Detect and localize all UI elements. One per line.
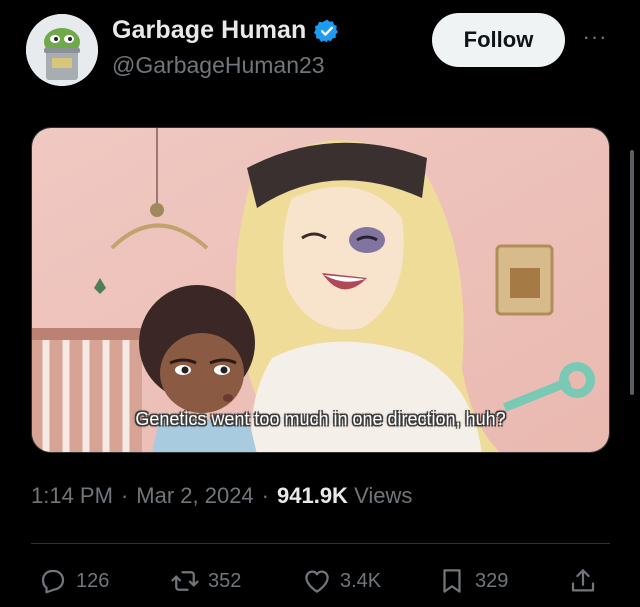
follow-button[interactable]: Follow <box>432 13 565 67</box>
user-avatar[interactable] <box>26 14 98 86</box>
name-row: Garbage Human <box>112 16 340 45</box>
user-handle[interactable]: @GarbageHuman23 <box>112 52 325 79</box>
bookmark-button[interactable]: 329 <box>437 566 508 596</box>
share-icon <box>571 569 595 592</box>
like-button[interactable]: 3.4K <box>302 566 381 596</box>
avatar-image <box>26 14 98 86</box>
bookmark-count: 329 <box>475 569 509 592</box>
repost-count: 352 <box>208 569 242 592</box>
repost-button[interactable]: 352 <box>170 566 241 596</box>
views-label: Views <box>354 483 413 508</box>
verified-badge-icon[interactable] <box>314 18 340 44</box>
views-group[interactable]: 941.9K Views <box>277 483 412 509</box>
meta-separator: · <box>261 483 269 508</box>
heart-icon <box>305 570 329 593</box>
bookmark-icon <box>443 569 461 593</box>
tweet-actions: 126 352 3.4K 329 <box>0 560 640 606</box>
share-button[interactable] <box>568 566 598 596</box>
meta-separator: · <box>120 483 129 508</box>
repost-icon <box>171 571 199 591</box>
reply-icon <box>41 569 65 594</box>
divider <box>31 543 610 544</box>
more-options-icon[interactable]: ··· <box>580 26 610 54</box>
tweet-meta: 1:14 PM · Mar 2, 2024 · 941.9K Views <box>31 483 412 509</box>
like-count: 3.4K <box>340 569 382 592</box>
tweet-date[interactable]: Mar 2, 2024 <box>136 483 253 509</box>
tweet-time[interactable]: 1:14 PM <box>31 483 113 509</box>
tweet-media-image[interactable]: Genetics went too much in one direction,… <box>31 127 610 453</box>
scrollbar[interactable] <box>630 150 634 395</box>
reply-count: 126 <box>76 569 110 592</box>
tweet-header: Garbage Human @GarbageHuman23 Follow ··· <box>0 0 640 100</box>
anime-screenshot <box>32 128 609 452</box>
views-count: 941.9K <box>277 483 348 508</box>
display-name[interactable]: Garbage Human <box>112 16 306 45</box>
reply-button[interactable]: 126 <box>38 566 109 596</box>
video-subtitle: Genetics went too much in one direction,… <box>135 409 506 429</box>
